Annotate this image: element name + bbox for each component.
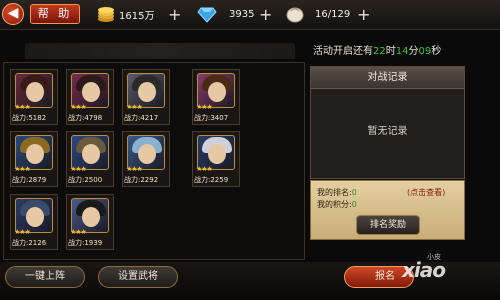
gold-value: 1615万 [119,10,155,22]
hero-card[interactable]: ★★★ 战力:3407 [192,69,240,125]
diamond-counter: 3935 [197,4,254,24]
hero-power: 战力:4798 [68,114,103,122]
one-click-deploy-button[interactable]: 一键上阵 [5,266,85,288]
stamina-counter: 16/129 [285,4,350,24]
rank-reward-button[interactable]: 排名奖励 [356,215,420,235]
event-title-strip [25,43,295,59]
hero-roster-panel: ★★★ 战力:5182 ★★★ 战力:4798 ★★★ 战力:4217 ★★★ 战力:3407… [3,62,305,260]
hero-stars: ★★★ [196,165,213,173]
hero-stars: ★★★ [126,103,143,111]
help-button[interactable]: 帮 助 [30,4,80,24]
hero-power: 战力:5182 [12,114,47,122]
diamond-icon [197,7,217,23]
gold-coin-icon [98,7,114,22]
watermark-logo: xiao [402,258,446,282]
countdown-second-unit: 秒 [431,46,442,57]
countdown-seconds: 09 [418,46,432,57]
hero-power: 战力:2126 [12,239,47,247]
hero-card[interactable]: ★★★ 战力:2500 [66,131,114,187]
hero-card[interactable]: ★★★ 战力:1939 [66,194,114,250]
set-hero-button[interactable]: 设置武将 [98,266,178,288]
gold-counter: 1615万 [96,4,154,24]
back-icon[interactable]: ◀ [2,3,24,25]
countdown-hour-unit: 时 [385,46,396,57]
hero-stars: ★★★ [196,103,213,111]
hero-power: 战力:2259 [194,176,229,184]
diamond-value: 3935 [229,8,255,20]
my-rank-value: 0 [351,188,357,197]
view-rank-link[interactable]: (点击查看) [407,187,445,198]
hero-card[interactable]: ★★★ 战力:2259 [192,131,240,187]
bun-icon [286,7,304,23]
my-score-value: 0 [351,200,357,209]
my-rank-label: 我的排名: [317,188,352,197]
hero-card[interactable]: ★★★ 战力:4798 [66,69,114,125]
battle-record-title: 对战记录 [311,67,464,89]
battle-record-panel: 对战记录 暂无记录 [310,66,465,179]
hero-card[interactable]: ★★★ 战力:4217 [122,69,170,125]
hero-card[interactable]: ★★★ 战力:5182 [10,69,58,125]
countdown-minutes: 14 [395,46,409,57]
hero-stars: ★★★ [70,228,87,236]
my-rank: 我的排名:0 [317,187,357,198]
battle-record-empty: 暂无记录 [367,126,408,137]
top-bar: ◀ 帮 助 1615万 + 3935 + 16/129 + [0,0,500,30]
countdown-minute-unit: 分 [408,46,419,57]
hero-card[interactable]: ★★★ 战力:2126 [10,194,58,250]
my-score: 我的积分:0 [317,199,357,210]
countdown-hours: 22 [373,46,386,57]
hero-stars: ★★★ [70,103,87,111]
event-countdown: 活动开启还有22时14分09秒 [313,42,441,57]
hero-card[interactable]: ★★★ 战力:2879 [10,131,58,187]
hero-stars: ★★★ [14,165,31,173]
rank-panel: 我的排名:0 (点击查看) 我的积分:0 排名奖励 [310,180,465,240]
hero-stars: ★★★ [70,165,87,173]
my-score-label: 我的积分: [317,200,352,209]
hero-power: 战力:2500 [68,176,103,184]
hero-stars: ★★★ [14,103,31,111]
stamina-value: 16/129 [315,8,351,20]
hero-power: 战力:3407 [194,114,229,122]
add-diamond-button[interactable]: + [259,4,272,24]
hero-power: 战力:4217 [124,114,159,122]
add-stamina-button[interactable]: + [357,4,370,24]
add-gold-button[interactable]: + [168,4,181,24]
hero-stars: ★★★ [126,165,143,173]
hero-power: 战力:2292 [124,176,159,184]
hero-card[interactable]: ★★★ 战力:2292 [122,131,170,187]
hero-power: 战力:2879 [12,176,47,184]
hero-stars: ★★★ [14,228,31,236]
hero-power: 战力:1939 [68,239,103,247]
countdown-prefix: 活动开启还有 [313,46,373,57]
